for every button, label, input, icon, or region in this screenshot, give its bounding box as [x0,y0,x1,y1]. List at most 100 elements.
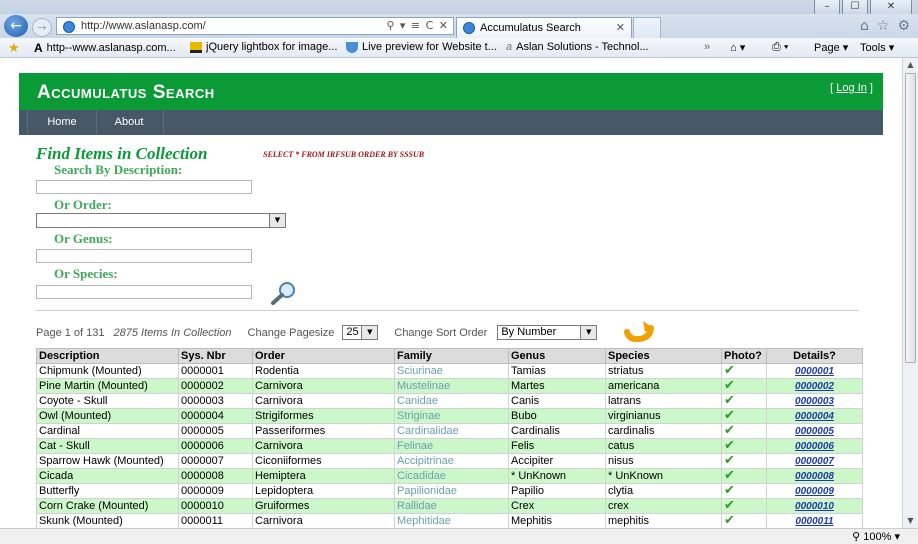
cell-description: Cicada [36,468,179,484]
favorite-link-2[interactable]: jQuery lightbox for image... [190,41,337,53]
aslan-icon: a [506,41,513,53]
table-row[interactable]: Corn Crake (Mounted) 0000010 Gruiformes Ral… [36,498,863,514]
minimize-button[interactable]: – [814,0,840,15]
scrollbar-thumb[interactable] [905,73,916,363]
details-link[interactable]: 0000002 [795,381,834,392]
address-tools-icon[interactable]: ⚲ ▾ ≡ C ✕ [386,19,449,32]
table-row[interactable]: Pine Martin (Mounted) 0000002 Carnivora Mus… [36,378,863,394]
settings-gear-icon[interactable]: ⚙ [897,18,910,34]
page-menu[interactable]: Page ▾ [814,41,848,54]
font-a-icon: A [34,41,43,55]
dropdown-arrow-icon[interactable]: ▼ [269,214,285,227]
table-row[interactable]: Coyote - Skull 0000003 Carnivora Canidae Can… [36,393,863,409]
table-row[interactable]: Owl (Mounted) 0000004 Strigiformes Strigina… [36,408,863,424]
table-row[interactable]: Sparrow Hawk (Mounted) 0000007 Ciconiiform… [36,453,863,469]
details-link[interactable]: 0000007 [795,456,834,467]
cell-species: crex [605,498,722,514]
genus-label: Or Genus: [54,231,113,246]
print-menu-icon[interactable]: ⎙ ▾ [772,41,788,54]
new-tab-button[interactable] [633,17,661,38]
genus-input[interactable] [36,249,252,263]
photo-checkmark-icon: ✔ [724,423,735,438]
favorite-link-4[interactable]: a Aslan Solutions - Technol... [506,41,649,53]
menu-home[interactable]: Home [27,110,97,135]
details-link[interactable]: 0000005 [795,426,834,437]
details-link[interactable]: 0000009 [795,486,834,497]
col-details[interactable]: Details? [766,348,863,364]
scroll-up-arrow-icon[interactable]: ▲ [903,58,918,72]
browser-navbar: ← → http://www.aslanasp.com/ ⚲ ▾ ≡ C ✕ A… [0,14,918,38]
site-title: Accumulatus Search [37,82,215,103]
site-container: Accumulatus Search [ Log In ] Home About… [19,73,883,528]
details-link[interactable]: 0000001 [795,366,834,377]
col-description[interactable]: Description [36,348,179,364]
cell-details: 0000001 [766,363,863,379]
favorite-link-1[interactable]: A http--www.aslanasp.com... [34,41,176,55]
details-link[interactable]: 0000003 [795,396,834,407]
species-input[interactable] [36,285,252,299]
cell-description: Pine Martin (Mounted) [36,378,179,394]
details-link[interactable]: 0000008 [795,471,834,482]
scroll-down-arrow-icon[interactable]: ▼ [903,514,918,528]
browser-tab-active[interactable]: Accumulatus Search ✕ [456,17,632,38]
details-link[interactable]: 0000010 [795,501,834,512]
home-icon[interactable]: ⌂ [860,18,869,34]
address-url[interactable]: http://www.aslanasp.com/ [81,20,206,32]
vertical-scrollbar[interactable]: ▲ ▼ [902,58,918,528]
results-table: Description Sys. Nbr Order Family Genus … [36,348,863,528]
back-button[interactable]: ← [4,15,28,37]
forward-button[interactable]: → [32,18,52,37]
cell-order: Carnivora [252,378,395,394]
table-row[interactable]: Cicada 0000008 Hemiptera Cicadidae * UnKnown… [36,468,863,484]
table-row[interactable]: Cardinal 0000005 Passeriformes Cardinalidae… [36,423,863,439]
cell-family: Mustelinae [394,378,509,394]
zoom-level[interactable]: ⚲ 100% ▾ [852,530,900,543]
maximize-button[interactable]: ☐ [842,0,868,15]
col-genus[interactable]: Genus [508,348,606,364]
cell-family: Papilionidae [394,483,509,499]
cell-sys-nbr: 0000008 [178,468,253,484]
menu-about[interactable]: About [95,110,164,135]
details-link[interactable]: 0000006 [795,441,834,452]
details-link[interactable]: 0000011 [795,516,833,527]
more-favorites-chevron-icon[interactable]: » [704,41,710,53]
magnifier-search-icon[interactable] [269,280,299,306]
description-input[interactable] [36,180,252,194]
close-window-button[interactable]: ✕ [870,0,912,15]
tools-menu[interactable]: Tools ▾ [860,41,894,54]
cell-description: Butterfly [36,483,179,499]
favorites-star-button[interactable]: ★ [8,41,20,56]
tab-title: Accumulatus Search [480,22,581,34]
col-sys-nbr[interactable]: Sys. Nbr [178,348,253,364]
sort-order-arrow-icon[interactable]: ▼ [580,326,597,339]
cell-photo: ✔ [721,483,767,499]
address-bar[interactable]: http://www.aslanasp.com/ ⚲ ▾ ≡ C ✕ [56,17,454,35]
sort-order-select[interactable]: By Number ▼ [497,325,598,340]
favorite-link-3[interactable]: Live preview for Website t... [346,41,497,53]
table-row[interactable]: Skunk (Mounted) 0000011 Carnivora Mephitida… [36,513,863,528]
order-select[interactable]: ▼ [36,213,286,228]
pagesize-select[interactable]: 25 ▼ [342,325,379,340]
sql-query-text: SELECT * FROM IRFSUB ORDER BY SSSUB [263,150,425,159]
col-photo[interactable]: Photo? [721,348,767,364]
col-species[interactable]: Species [605,348,722,364]
table-row[interactable]: Chipmunk (Mounted) 0000001 Rodentia Sciurin… [36,363,863,379]
cell-order: Strigiformes [252,408,395,424]
cell-sys-nbr: 0000009 [178,483,253,499]
table-row[interactable]: Cat - Skull 0000006 Carnivora Felinae Felis c… [36,438,863,454]
favorites-star-icon[interactable]: ☆ [877,18,890,34]
page-heading: Find Items in Collection [36,144,208,163]
home-menu-icon[interactable]: ⌂ ▾ [730,41,745,54]
cell-family: Accipitrinae [394,453,509,469]
close-tab-icon[interactable]: ✕ [616,21,625,34]
cell-species: americana [605,378,722,394]
login-link[interactable]: Log In [836,82,867,94]
cell-details: 0000006 [766,438,863,454]
col-order[interactable]: Order [252,348,395,364]
col-family[interactable]: Family [394,348,509,364]
cell-details: 0000002 [766,378,863,394]
pagesize-arrow-icon[interactable]: ▼ [361,326,378,339]
details-link[interactable]: 0000004 [795,411,834,422]
table-row[interactable]: Butterfly 0000009 Lepidoptera Papilionidae P… [36,483,863,499]
refresh-arrow-icon[interactable] [623,318,655,342]
